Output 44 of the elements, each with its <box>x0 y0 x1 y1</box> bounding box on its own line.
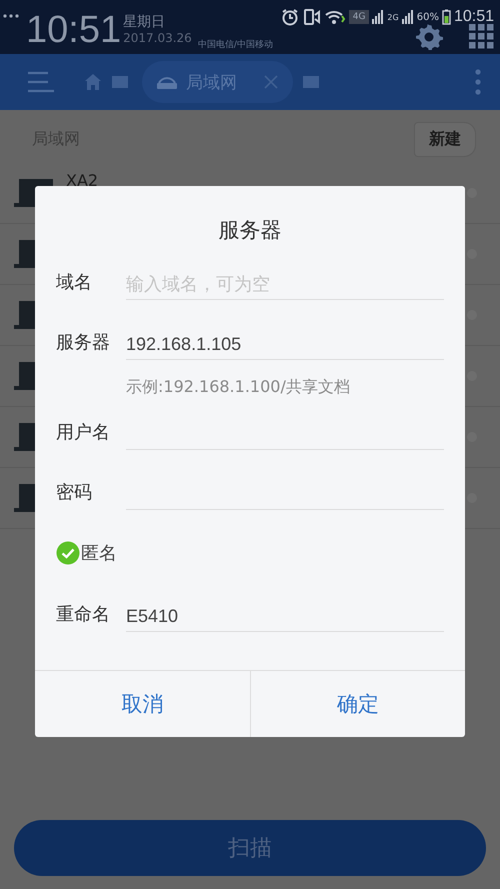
field-label: 服务器 <box>56 331 111 354</box>
field-label: 密码 <box>56 481 93 504</box>
tab-icon[interactable] <box>303 75 319 89</box>
carrier-name: 中国电信/中国移动 <box>198 38 273 51</box>
clock: 10:51 <box>26 8 122 52</box>
status-dot-icon <box>466 492 478 504</box>
network-type: 4G <box>348 10 370 24</box>
cancel-button[interactable]: 取消 <box>35 671 250 737</box>
menu-icon[interactable] <box>26 70 54 94</box>
field-label: 域名 <box>56 271 93 294</box>
network-type: 2G <box>387 12 399 22</box>
battery-icon <box>442 9 451 25</box>
battery-level: 60% <box>416 12 439 22</box>
date: 2017.03.26 <box>123 31 192 46</box>
input-field[interactable]: 192.168.1.105 <box>126 330 444 360</box>
dialog-title: 服务器 <box>218 217 282 244</box>
tab-icon[interactable] <box>112 75 128 89</box>
wifi-icon <box>324 8 346 26</box>
device-name: XA2 <box>66 170 100 190</box>
status-dot-icon <box>466 187 478 199</box>
input-field[interactable]: E5410 <box>126 602 444 632</box>
settings-icon[interactable] <box>415 22 443 50</box>
alarm-icon <box>280 8 300 26</box>
field-label: 重命名 <box>56 603 111 626</box>
status-dot-icon <box>466 309 478 321</box>
close-icon[interactable] <box>263 74 279 90</box>
more-icon[interactable] <box>474 69 482 95</box>
field-label: 用户名 <box>56 421 111 444</box>
new-button[interactable]: 新建 <box>414 122 476 157</box>
signal-icon <box>372 10 384 24</box>
confirm-button[interactable]: 确定 <box>250 671 465 737</box>
status-dot-icon <box>466 431 478 443</box>
home-icon[interactable] <box>84 73 102 91</box>
tab-label: 局域网 <box>186 72 237 94</box>
checkbox[interactable] <box>56 541 80 565</box>
checkbox-label: 匿名 <box>81 542 117 565</box>
signal-icon <box>402 10 414 24</box>
app-grid-icon[interactable] <box>469 24 494 48</box>
field-hint: 示例:192.168.1.100/共享文档 <box>126 376 351 398</box>
status-dot-icon <box>466 370 478 382</box>
status-time: 10:51 <box>454 8 494 26</box>
status-dot-icon <box>466 248 478 260</box>
weekday: 星期日 <box>123 14 166 31</box>
router-icon <box>156 74 178 90</box>
